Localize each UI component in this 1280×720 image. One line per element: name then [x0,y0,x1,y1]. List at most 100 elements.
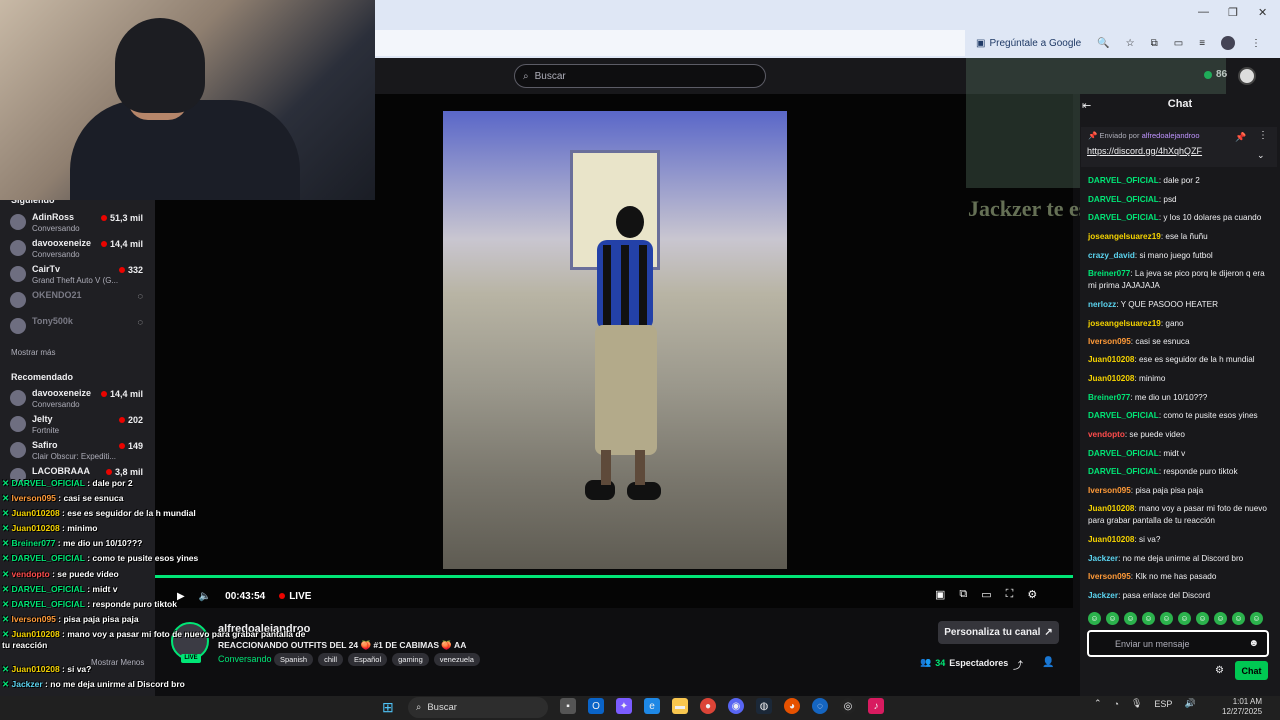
chat-username[interactable]: Breiner077 [1088,393,1130,402]
chat-username[interactable]: vendopto [1088,430,1125,439]
chat-username[interactable]: DARVEL_OFICIAL [1088,449,1159,458]
chat-username[interactable]: Jackzer [1088,591,1118,600]
clip-icon[interactable]: ▣ [935,588,945,601]
pin-icon[interactable]: 📌 [1235,132,1246,143]
chat-settings-icon[interactable]: ⚙ [1215,665,1224,676]
stream-tag[interactable]: chill [318,653,344,666]
network-icon[interactable]: ◔ [1114,699,1119,709]
windows-start-icon[interactable]: ⊞ [382,699,394,716]
chevron-down-icon[interactable]: ⌄ [1257,150,1265,161]
emote-icon[interactable]: ☺ [1088,612,1101,625]
sidebar-channel[interactable]: AdinRoss Conversando 51,3 mil [10,212,145,236]
outlook-icon[interactable]: O [588,698,604,714]
fullscreen-icon[interactable]: ⛶ [1006,588,1014,601]
chat-username[interactable]: Iverson095 [1088,572,1131,581]
emote-icon[interactable]: ☺ [1178,612,1191,625]
app-icon[interactable]: ◌ [812,698,828,714]
emote-picker-icon[interactable]: ☻ [1248,638,1259,649]
menu-dots-icon[interactable]: ⋮ [1251,38,1261,49]
chat-send-button[interactable]: Chat [1235,661,1268,680]
chat-username[interactable]: DARVEL_OFICIAL [1088,467,1159,476]
split-view-icon[interactable]: ▭ [1174,38,1183,49]
extensions-icon[interactable]: ⧉ [1151,38,1158,49]
chat-message[interactable]: Juan010208: si va? [1088,534,1270,546]
chat-username[interactable]: Iverson095 [1088,337,1131,346]
chat-username[interactable]: Juan010208 [1088,535,1134,544]
taskbar-clock[interactable]: 1:01 AM 12/27/2025 [1222,697,1262,717]
close-window-button[interactable]: ✕ [1258,6,1267,19]
emote-icon[interactable]: ☺ [1124,612,1137,625]
pinned-more-icon[interactable]: ⋮ [1258,130,1268,141]
emote-icon[interactable]: ☺ [1232,612,1245,625]
chat-message[interactable]: Juan010208: minimo [1088,373,1270,385]
stream-tag[interactable]: venezuela [433,653,480,666]
maximize-button[interactable]: ❐ [1228,6,1238,19]
chat-username[interactable]: Juan010208 [1088,355,1134,364]
chat-username[interactable]: Juan010208 [1088,374,1134,383]
pip-icon[interactable]: ⧉ [959,588,967,601]
chat-username[interactable]: joseangelsuarez19 [1088,319,1161,328]
chat-message[interactable]: crazy_david: si mano juego futbol [1088,250,1270,262]
chat-message[interactable]: Juan010208: mano voy a pasar mi foto de … [1088,503,1270,527]
language-indicator[interactable]: ESP [1154,699,1172,709]
chat-message[interactable]: vendopto: se puede video [1088,429,1270,441]
chevron-up-icon[interactable]: ⌃ [1094,698,1102,709]
show-more-link[interactable]: Mostrar más [11,348,55,357]
emote-icon[interactable]: ☺ [1214,612,1227,625]
chat-message[interactable]: DARVEL_OFICIAL: y los 10 dolares pa cuan… [1088,212,1270,224]
user-avatar[interactable] [1238,67,1256,85]
sidebar-channel[interactable]: OKENDO21 ◌ [10,290,145,314]
file-explorer-icon[interactable]: ▬ [672,698,688,714]
obs-icon[interactable]: ◎ [840,698,856,714]
chat-message[interactable]: DARVEL_OFICIAL: dale por 2 [1088,175,1270,187]
discord-icon[interactable]: ◉ [728,698,744,714]
chat-message[interactable]: DARVEL_OFICIAL: como te pusite esos yine… [1088,410,1270,422]
chat-message[interactable]: Jackzer: pasa enlace del Discord [1088,590,1270,602]
copilot-icon[interactable]: ✦ [616,698,632,714]
emote-icon[interactable]: ☺ [1250,612,1263,625]
chat-message[interactable]: Breiner077: La jeva se pico porq le dije… [1088,268,1270,292]
chat-username[interactable]: Breiner077 [1088,269,1130,278]
task-view-icon[interactable]: ▪ [560,698,576,714]
address-bar[interactable] [375,30,965,56]
chat-message[interactable]: Jackzer: no me deja unirme al Discord br… [1088,553,1270,565]
profile-avatar[interactable] [1221,36,1236,50]
sidebar-channel[interactable]: Tony500k ◌ [10,316,145,340]
firefox-icon[interactable]: ◕ [784,698,800,714]
tiktok-icon[interactable]: ♪ [868,698,884,714]
pinned-link[interactable]: https://discord.gg/4hXqhQZF [1087,146,1202,156]
sidebar-channel[interactable]: Safiro Clair Obscur: Expediti... 149 [10,440,145,464]
emote-icon[interactable]: ☺ [1142,612,1155,625]
chat-username[interactable]: DARVEL_OFICIAL [1088,213,1159,222]
chat-message[interactable]: Iverson095: pisa paja pisa paja [1088,485,1270,497]
community-icon[interactable]: 👤 [1042,657,1054,668]
chat-username[interactable]: crazy_david [1088,251,1135,260]
edge-icon[interactable]: e [644,698,660,714]
share-icon[interactable]: ⤴ [1013,657,1023,672]
chat-message[interactable]: nerlozz: Y QUE PASOOO HEATER [1088,299,1270,311]
chat-username[interactable]: Juan010208 [1088,504,1134,513]
stream-tag[interactable]: Spanish [274,653,314,666]
chat-username[interactable]: Jackzer [1088,554,1118,563]
chat-message[interactable]: Breiner077: me dio un 10/10??? [1088,392,1270,404]
chat-input[interactable]: Enviar un mensaje ☻ [1087,630,1269,657]
chat-username[interactable]: nerlozz [1088,300,1116,309]
reading-list-icon[interactable]: ≡ [1199,38,1205,49]
speaker-icon[interactable]: 🔊 [1184,698,1195,709]
zoom-icon[interactable]: 🔍 [1097,38,1109,49]
sidebar-channel[interactable]: CairTv Grand Theft Auto V (G... 332 [10,264,145,288]
taskbar-search[interactable]: ⌕ Buscar [408,697,548,718]
steam-icon[interactable]: ◍ [756,698,772,714]
sidebar-channel[interactable]: davooxeneize Conversando 14,4 mil [10,388,145,412]
bookmark-star-icon[interactable]: ☆ [1126,38,1135,49]
theatre-mode-icon[interactable]: ▭ [981,588,991,601]
chat-username[interactable]: DARVEL_OFICIAL [1088,176,1159,185]
settings-icon[interactable]: ⚙ [1027,588,1037,601]
chat-username[interactable]: Iverson095 [1088,486,1131,495]
chat-message[interactable]: Iverson095: Klk no me has pasado [1088,571,1270,583]
emote-icon[interactable]: ☺ [1106,612,1119,625]
chat-message[interactable]: DARVEL_OFICIAL: midt v [1088,448,1270,460]
personalize-channel-button[interactable]: Personaliza tu canal ↗ [938,621,1059,644]
chat-message[interactable]: Iverson095: casi se esnuca [1088,336,1270,348]
minimize-button[interactable]: — [1198,6,1209,18]
